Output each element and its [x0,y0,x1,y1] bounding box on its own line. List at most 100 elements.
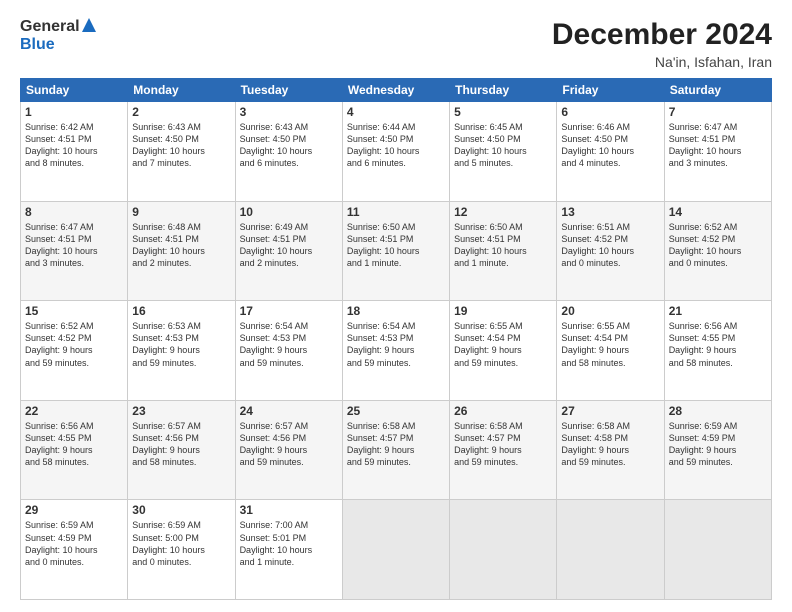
calendar-cell: 10 Sunrise: 6:49 AM Sunset: 4:51 PM Dayli… [235,201,342,301]
calendar-week-4: 22Sunrise: 6:56 AM Sunset: 4:55 PM Dayli… [21,400,772,500]
weekday-header-saturday: Saturday [664,79,771,102]
calendar-cell [664,500,771,600]
day-info: Sunrise: 6:52 AM Sunset: 4:52 PM Dayligh… [669,221,767,270]
day-info: Sunrise: 6:50 AM Sunset: 4:51 PM Dayligh… [347,221,445,270]
logo-triangle-icon [82,18,96,32]
day-number: 2 [132,105,230,119]
day-info: Sunrise: 6:58 AM Sunset: 4:58 PM Dayligh… [561,420,659,469]
day-info: Sunrise: 6:42 AM Sunset: 4:51 PM Dayligh… [25,121,123,170]
day-info: Sunrise: 6:50 AM Sunset: 4:51 PM Dayligh… [454,221,552,270]
calendar-cell: 4 Sunrise: 6:44 AM Sunset: 4:50 PM Daylig… [342,102,449,202]
calendar-week-1: 1 Sunrise: 6:42 AM Sunset: 4:51 PM Daylig… [21,102,772,202]
title-area: December 2024 Na'in, Isfahan, Iran [552,18,772,70]
day-info: Sunrise: 6:46 AM Sunset: 4:50 PM Dayligh… [561,121,659,170]
day-info: Sunrise: 6:49 AM Sunset: 4:51 PM Dayligh… [240,221,338,270]
day-info: Sunrise: 6:54 AM Sunset: 4:53 PM Dayligh… [240,320,338,369]
calendar-cell: 25 Sunrise: 6:58 AM Sunset: 4:57 PM Dayli… [342,400,449,500]
calendar-table: SundayMondayTuesdayWednesdayThursdayFrid… [20,78,772,600]
day-info: Sunrise: 6:45 AM Sunset: 4:50 PM Dayligh… [454,121,552,170]
day-info: Sunrise: 6:58 AM Sunset: 4:57 PM Dayligh… [347,420,445,469]
day-number: 3 [240,105,338,119]
calendar-cell: 21Sunrise: 6:56 AM Sunset: 4:55 PM Dayli… [664,301,771,401]
logo-general: General [20,18,80,36]
calendar-cell: 26Sunrise: 6:58 AM Sunset: 4:57 PM Dayli… [450,400,557,500]
calendar-week-2: 8 Sunrise: 6:47 AM Sunset: 4:51 PM Daylig… [21,201,772,301]
day-number: 11 [347,205,445,219]
day-info: Sunrise: 6:55 AM Sunset: 4:54 PM Dayligh… [454,320,552,369]
day-number: 19 [454,304,552,318]
day-info: Sunrise: 6:57 AM Sunset: 4:56 PM Dayligh… [240,420,338,469]
day-number: 8 [25,205,123,219]
day-number: 28 [669,404,767,418]
weekday-header-thursday: Thursday [450,79,557,102]
day-info: Sunrise: 6:59 AM Sunset: 5:00 PM Dayligh… [132,519,230,568]
day-number: 21 [669,304,767,318]
day-info: Sunrise: 6:57 AM Sunset: 4:56 PM Dayligh… [132,420,230,469]
day-number: 13 [561,205,659,219]
day-number: 1 [25,105,123,119]
weekday-header-wednesday: Wednesday [342,79,449,102]
calendar-cell: 8 Sunrise: 6:47 AM Sunset: 4:51 PM Daylig… [21,201,128,301]
day-number: 14 [669,205,767,219]
day-info: Sunrise: 6:59 AM Sunset: 4:59 PM Dayligh… [25,519,123,568]
calendar-cell: 31Sunrise: 7:00 AM Sunset: 5:01 PM Dayli… [235,500,342,600]
calendar-cell [342,500,449,600]
calendar-cell: 23 Sunrise: 6:57 AM Sunset: 4:56 PM Dayli… [128,400,235,500]
day-number: 7 [669,105,767,119]
month-title: December 2024 [552,18,772,52]
day-number: 17 [240,304,338,318]
day-number: 6 [561,105,659,119]
calendar-cell: 15Sunrise: 6:52 AM Sunset: 4:52 PM Dayli… [21,301,128,401]
calendar-cell: 1 Sunrise: 6:42 AM Sunset: 4:51 PM Daylig… [21,102,128,202]
day-number: 23 [132,404,230,418]
calendar-cell: 6 Sunrise: 6:46 AM Sunset: 4:50 PM Daylig… [557,102,664,202]
day-number: 5 [454,105,552,119]
day-number: 31 [240,503,338,517]
day-info: Sunrise: 6:55 AM Sunset: 4:54 PM Dayligh… [561,320,659,369]
day-number: 4 [347,105,445,119]
day-number: 24 [240,404,338,418]
day-number: 25 [347,404,445,418]
calendar-cell: 18 Sunrise: 6:54 AM Sunset: 4:53 PM Dayli… [342,301,449,401]
calendar-cell: 16 Sunrise: 6:53 AM Sunset: 4:53 PM Dayli… [128,301,235,401]
calendar-cell: 9Sunrise: 6:48 AM Sunset: 4:51 PM Daylig… [128,201,235,301]
weekday-header-sunday: Sunday [21,79,128,102]
day-info: Sunrise: 6:43 AM Sunset: 4:50 PM Dayligh… [132,121,230,170]
weekday-header-tuesday: Tuesday [235,79,342,102]
day-info: Sunrise: 6:43 AM Sunset: 4:50 PM Dayligh… [240,121,338,170]
calendar-cell [450,500,557,600]
day-number: 27 [561,404,659,418]
calendar-week-5: 29 Sunrise: 6:59 AM Sunset: 4:59 PM Dayli… [21,500,772,600]
weekday-header-friday: Friday [557,79,664,102]
day-number: 26 [454,404,552,418]
location: Na'in, Isfahan, Iran [552,54,772,70]
day-info: Sunrise: 6:44 AM Sunset: 4:50 PM Dayligh… [347,121,445,170]
day-info: Sunrise: 6:47 AM Sunset: 4:51 PM Dayligh… [25,221,123,270]
day-number: 22 [25,404,123,418]
day-number: 12 [454,205,552,219]
day-info: Sunrise: 6:53 AM Sunset: 4:53 PM Dayligh… [132,320,230,369]
day-info: Sunrise: 6:51 AM Sunset: 4:52 PM Dayligh… [561,221,659,270]
day-number: 10 [240,205,338,219]
page: General Blue December 2024 Na'in, Isfaha… [0,0,792,612]
calendar-cell: 13 Sunrise: 6:51 AM Sunset: 4:52 PM Dayli… [557,201,664,301]
calendar-cell: 24 Sunrise: 6:57 AM Sunset: 4:56 PM Dayli… [235,400,342,500]
calendar-cell: 29 Sunrise: 6:59 AM Sunset: 4:59 PM Dayli… [21,500,128,600]
calendar-cell: 5 Sunrise: 6:45 AM Sunset: 4:50 PM Daylig… [450,102,557,202]
calendar-cell: 27 Sunrise: 6:58 AM Sunset: 4:58 PM Dayli… [557,400,664,500]
calendar-cell [557,500,664,600]
calendar-cell: 12 Sunrise: 6:50 AM Sunset: 4:51 PM Dayli… [450,201,557,301]
day-number: 20 [561,304,659,318]
header: General Blue December 2024 Na'in, Isfaha… [20,18,772,70]
logo: General Blue [20,18,96,54]
day-number: 18 [347,304,445,318]
day-number: 29 [25,503,123,517]
day-info: Sunrise: 6:52 AM Sunset: 4:52 PM Dayligh… [25,320,123,369]
calendar-week-3: 15Sunrise: 6:52 AM Sunset: 4:52 PM Dayli… [21,301,772,401]
calendar-cell: 14 Sunrise: 6:52 AM Sunset: 4:52 PM Dayli… [664,201,771,301]
day-number: 9 [132,205,230,219]
day-number: 16 [132,304,230,318]
calendar-cell: 11 Sunrise: 6:50 AM Sunset: 4:51 PM Dayli… [342,201,449,301]
calendar-cell: 30Sunrise: 6:59 AM Sunset: 5:00 PM Dayli… [128,500,235,600]
day-info: Sunrise: 6:54 AM Sunset: 4:53 PM Dayligh… [347,320,445,369]
